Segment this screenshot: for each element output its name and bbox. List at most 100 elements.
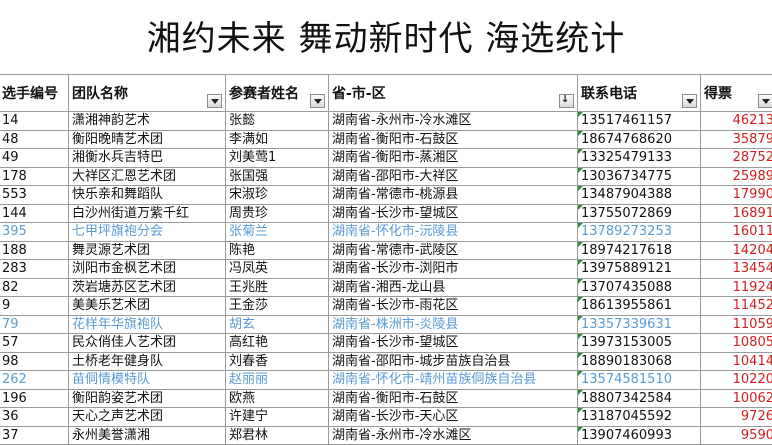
table-row[interactable]: 48衡阳晚晴艺术团李满如湖南省-衡阳市-石鼓区1867476862035879: [0, 130, 772, 149]
cell-region[interactable]: 湖南省-永州市-冷水滩区: [329, 426, 578, 445]
cell-contestant-id[interactable]: 98: [0, 352, 69, 371]
cell-phone[interactable]: 13036734775: [578, 167, 701, 186]
cell-contestant-name[interactable]: 冯凤英: [226, 260, 329, 279]
table-row[interactable]: 178大祥区汇恩艺术团张国强湖南省-邵阳市-大祥区130367347752598…: [0, 167, 772, 186]
cell-contestant-id[interactable]: 48: [0, 130, 69, 149]
cell-team-name[interactable]: 浏阳市金枫艺术团: [69, 260, 226, 279]
cell-region[interactable]: 湖南省-长沙市-浏阳市: [329, 260, 578, 279]
cell-region[interactable]: 湖南省-长沙市-雨花区: [329, 297, 578, 316]
cell-contestant-id[interactable]: 178: [0, 167, 69, 186]
cell-team-name[interactable]: 舞灵源艺术团: [69, 241, 226, 260]
cell-phone[interactable]: 18890183068: [578, 352, 701, 371]
cell-votes[interactable]: 16011: [701, 223, 772, 242]
cell-phone[interactable]: 13755072869: [578, 204, 701, 223]
cell-contestant-name[interactable]: 张国强: [226, 167, 329, 186]
cell-phone[interactable]: 18807342584: [578, 389, 701, 408]
filter-dropdown-icon[interactable]: [207, 94, 222, 108]
cell-contestant-name[interactable]: 刘春香: [226, 352, 329, 371]
cell-votes[interactable]: 10220: [701, 371, 772, 390]
cell-region[interactable]: 湖南省-株洲市-炎陵县: [329, 315, 578, 334]
cell-contestant-name[interactable]: 宋淑珍: [226, 186, 329, 205]
cell-phone[interactable]: 13707435088: [578, 278, 701, 297]
cell-team-name[interactable]: 七甲坪旗袍分会: [69, 223, 226, 242]
table-row[interactable]: 79花样年华旗袍队胡玄湖南省-株洲市-炎陵县1335733963111059: [0, 315, 772, 334]
table-row[interactable]: 49湘衡水兵吉特巴刘美莺1湖南省-衡阳市-蒸湘区1332547913328752: [0, 149, 772, 168]
cell-votes[interactable]: 10414: [701, 352, 772, 371]
cell-votes[interactable]: 9726: [701, 408, 772, 427]
cell-team-name[interactable]: 衡阳晚晴艺术团: [69, 130, 226, 149]
cell-phone[interactable]: 18613955861: [578, 297, 701, 316]
cell-team-name[interactable]: 湘衡水兵吉特巴: [69, 149, 226, 168]
cell-contestant-name[interactable]: 高红艳: [226, 334, 329, 353]
cell-phone[interactable]: 18674768620: [578, 130, 701, 149]
cell-contestant-name[interactable]: 许建宁: [226, 408, 329, 427]
table-row[interactable]: 262苗侗情模特队赵丽丽湖南省-怀化市-靖州苗族侗族自治县13574581510…: [0, 371, 772, 390]
cell-region[interactable]: 湖南省-长沙市-望城区: [329, 204, 578, 223]
cell-votes[interactable]: 9590: [701, 426, 772, 445]
table-row[interactable]: 14潇湘神韵艺术张懿湖南省-永州市-冷水滩区1351746115746213: [0, 112, 772, 131]
cell-votes[interactable]: 16891: [701, 204, 772, 223]
cell-team-name[interactable]: 美美乐艺术团: [69, 297, 226, 316]
cell-votes[interactable]: 11059: [701, 315, 772, 334]
cell-contestant-name[interactable]: 赵丽丽: [226, 371, 329, 390]
cell-team-name[interactable]: 衡阳韵姿艺术团: [69, 389, 226, 408]
cell-contestant-id[interactable]: 262: [0, 371, 69, 390]
cell-region[interactable]: 湖南省-常德市-桃源县: [329, 186, 578, 205]
cell-votes[interactable]: 10805: [701, 334, 772, 353]
cell-contestant-id[interactable]: 196: [0, 389, 69, 408]
cell-votes[interactable]: 46213: [701, 112, 772, 131]
table-row[interactable]: 37永州美誉潇湘郑君林湖南省-永州市-冷水滩区139074609939590: [0, 426, 772, 445]
cell-votes[interactable]: 13454: [701, 260, 772, 279]
cell-votes[interactable]: 10062: [701, 389, 772, 408]
cell-votes[interactable]: 17990: [701, 186, 772, 205]
filter-dropdown-icon[interactable]: [682, 94, 697, 108]
cell-phone[interactable]: 13517461157: [578, 112, 701, 131]
cell-region[interactable]: 湖南省-衡阳市-石鼓区: [329, 130, 578, 149]
cell-contestant-name[interactable]: 张懿: [226, 112, 329, 131]
cell-phone[interactable]: 13973153005: [578, 334, 701, 353]
table-row[interactable]: 98土桥老年健身队刘春香湖南省-邵阳市-城步苗族自治县1889018306810…: [0, 352, 772, 371]
cell-region[interactable]: 湖南省-怀化市-靖州苗族侗族自治县: [329, 371, 578, 390]
cell-contestant-name[interactable]: 李满如: [226, 130, 329, 149]
sort-filter-icon[interactable]: ↓: [559, 94, 574, 108]
cell-team-name[interactable]: 土桥老年健身队: [69, 352, 226, 371]
table-row[interactable]: 9美美乐艺术团王金莎湖南省-长沙市-雨花区1861395586111452: [0, 297, 772, 316]
table-row[interactable]: 553快乐亲和舞蹈队宋淑珍湖南省-常德市-桃源县1348790438817990: [0, 186, 772, 205]
cell-contestant-id[interactable]: 49: [0, 149, 69, 168]
cell-contestant-name[interactable]: 王金莎: [226, 297, 329, 316]
cell-contestant-name[interactable]: 胡玄: [226, 315, 329, 334]
cell-team-name[interactable]: 天心之声艺术团: [69, 408, 226, 427]
cell-contestant-name[interactable]: 张菊兰: [226, 223, 329, 242]
cell-contestant-id[interactable]: 14: [0, 112, 69, 131]
cell-votes[interactable]: 11452: [701, 297, 772, 316]
table-row[interactable]: 57民众俏佳人艺术团高红艳湖南省-长沙市-望城区1397315300510805: [0, 334, 772, 353]
cell-region[interactable]: 湖南省-衡阳市-石鼓区: [329, 389, 578, 408]
cell-team-name[interactable]: 花样年华旗袍队: [69, 315, 226, 334]
cell-contestant-id[interactable]: 188: [0, 241, 69, 260]
cell-contestant-name[interactable]: 王兆胜: [226, 278, 329, 297]
table-row[interactable]: 196衡阳韵姿艺术团欧燕湖南省-衡阳市-石鼓区1880734258410062: [0, 389, 772, 408]
cell-votes[interactable]: 14204: [701, 241, 772, 260]
cell-region[interactable]: 湖南省-湘西-龙山县: [329, 278, 578, 297]
table-row[interactable]: 144白沙州街道万紫千红周贵珍湖南省-长沙市-望城区13755072869168…: [0, 204, 772, 223]
cell-contestant-id[interactable]: 553: [0, 186, 69, 205]
cell-contestant-id[interactable]: 9: [0, 297, 69, 316]
cell-phone[interactable]: 13574581510: [578, 371, 701, 390]
cell-contestant-id[interactable]: 79: [0, 315, 69, 334]
cell-contestant-name[interactable]: 欧燕: [226, 389, 329, 408]
table-row[interactable]: 36天心之声艺术团许建宁湖南省-长沙市-天心区131870455929726: [0, 408, 772, 427]
cell-team-name[interactable]: 白沙州街道万紫千红: [69, 204, 226, 223]
cell-contestant-id[interactable]: 82: [0, 278, 69, 297]
cell-team-name[interactable]: 苗侗情模特队: [69, 371, 226, 390]
cell-region[interactable]: 湖南省-长沙市-天心区: [329, 408, 578, 427]
cell-phone[interactable]: 13357339631: [578, 315, 701, 334]
cell-contestant-name[interactable]: 郑君林: [226, 426, 329, 445]
cell-contestant-id[interactable]: 57: [0, 334, 69, 353]
table-row[interactable]: 82茨岩塘苏区艺术团王兆胜湖南省-湘西-龙山县1370743508811924: [0, 278, 772, 297]
cell-team-name[interactable]: 民众俏佳人艺术团: [69, 334, 226, 353]
cell-region[interactable]: 湖南省-怀化市-沅陵县: [329, 223, 578, 242]
cell-phone[interactable]: 13907460993: [578, 426, 701, 445]
cell-contestant-name[interactable]: 周贵珍: [226, 204, 329, 223]
cell-contestant-name[interactable]: 陈艳: [226, 241, 329, 260]
cell-team-name[interactable]: 永州美誉潇湘: [69, 426, 226, 445]
